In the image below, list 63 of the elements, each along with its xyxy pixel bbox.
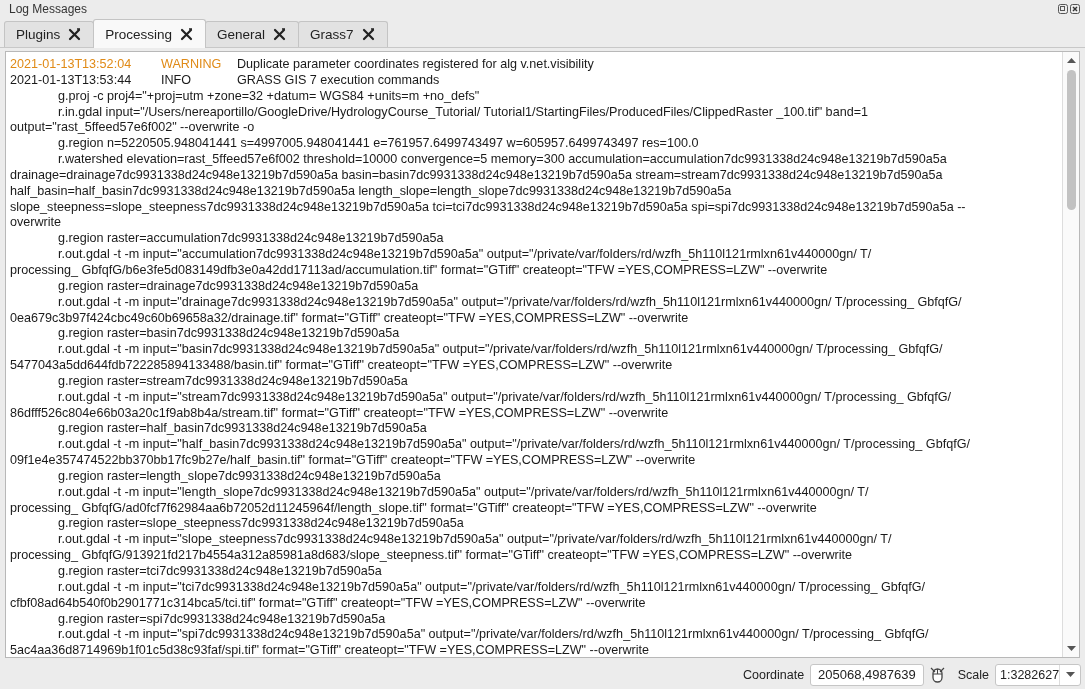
log-line: r.out.gdal -t -m input="slope_steepness7dc9931338d24c948e13219b7d590a5a" output="/private/var/folders/rd/wzfh_5h110l121rmlxn61v440000gn/ T/ <box>57 532 893 549</box>
log-line: 5ac4aa36d8714969b1f01c5d38c93faf/spi.tif" format="GTiff" createopt="TFW =YES,COMPRESS=LZW" --overwrite <box>10 643 651 657</box>
log-timestamp: 2021-01-13T13:52:04 <box>10 57 133 73</box>
log-line: r.out.gdal -t -m input="tci7dc9931338d24c948e13219b7d590a5a" output="/private/var/folders/rd/wzfh_5h110l121rmlxn61v440000gn/ T/processing_ GbfqfG/ <box>57 579 927 596</box>
scrollbar-thumb[interactable] <box>1066 70 1076 210</box>
log-line: r.out.gdal -t -m input="length_slope7dc9931338d24c948e13219b7d590a5a" output="/private/var/folders/rd/wzfh_5h110l121rmlxn61v440000gn/ T/ <box>57 484 870 501</box>
log-line: g.region raster=tci7dc9931338d24c948e13219b7d590a5a <box>57 564 383 580</box>
log-line: half_basin=half_basin7dc9931338d24c948e13219b7d590a5a length_slope=length_slope7dc9931338d24c948e13219b7d590a5a <box>10 183 733 200</box>
coordinate-label: Coordinate <box>742 667 805 682</box>
log-line: 09f1e4e357474522bb370bb17fc9b27e/half_basin.tif" format="GTiff" createopt="TFW =YES,COMPRESS=LZW" --overwrite <box>10 453 697 469</box>
log-line: g.proj -c proj4="+proj=utm +zone=32 +datum= WGS84 +units=m +no_defs" <box>57 88 481 105</box>
caret-icon <box>1065 671 1075 678</box>
log-line: slope_steepness=slope_steepness7dc9931338d24c948e13219b7d590a5a tci=tci7dc9931338d24c948e13219b7d590a5a spi=spi7dc9931338d24c948e13219b7d590a5a -- <box>10 199 967 216</box>
tab[interactable]: General <box>205 21 300 47</box>
log-level: WARNING <box>161 57 223 73</box>
log-line: g.region n=5220505.948041441 s=4997005.948041441 e=761957.6499743497 w=605957.6499743497 res=100.0 <box>57 136 700 153</box>
close-icon[interactable] <box>273 28 287 41</box>
log-line: processing_ GbfqfG/ad0fcf7f62984aa6b72052d11245964f/length_slope.tif" format="GTiff" createopt="TFW =YES,COMPRESS=LZW" --overwrite <box>10 500 818 517</box>
tab[interactable]: Plugins <box>4 21 95 47</box>
log-line: g.region raster=length_slope7dc9931338d24c948e13219b7d590a5a <box>57 468 442 485</box>
scale-label: Scale <box>957 667 989 682</box>
log-line: g.region raster=accumulation7dc9931338d24c948e13219b7d590a5a <box>57 231 445 248</box>
log-line: cfbf08ad64b540f0b2901771c314bca5/tci.tif" format="GTiff" createopt="TFW =YES,COMPRESS=LZW" --overwrite <box>10 595 647 612</box>
log-line: g.region raster=slope_steepness7dc9931338d24c948e13219b7d590a5a <box>57 516 465 533</box>
log-message: GRASS GIS 7 execution commands <box>237 72 440 89</box>
log-line: r.out.gdal -t -m input="drainage7dc9931338d24c948e13219b7d590a5a" output="/private/var/folders/rd/wzfh_5h110l121rmlxn61v440000gn/ T/processing_ GbfqfG/ <box>57 294 963 311</box>
scroll-down-icon[interactable] <box>1066 645 1076 652</box>
log-line: 5477043a5dd644fdb722285894133488/basin.tif" format="GTiff" createopt="TFW =YES,COMPRESS=LZW" --overwrite <box>10 358 674 374</box>
tab[interactable]: Grass7 <box>298 21 388 47</box>
log-line: g.region raster=drainage7dc9931338d24c948e13219b7d590a5a <box>57 278 420 295</box>
float-icon[interactable] <box>1058 4 1068 14</box>
log-line: 86dfff526c804e66b03a20c1f9ab8b4a/stream.tif" format="GTiff" createopt="TFW =YES,COMPRESS=LZW" --overwrite <box>10 405 670 422</box>
window-title: Log Messages <box>9 2 89 16</box>
log-line: processing_ GbfqfG/913921fd217b4554a312a85981a8d683/slope_steepness.tif" format="GTiff" createopt="TFW =YES,COMPRESS=LZW" --overwrite <box>10 548 854 564</box>
log-line: r.out.gdal -t -m input="accumulation7dc9931338d24c948e13219b7d590a5a" output="/private/var/folders/rd/wzfh_5h110l121rmlxn61v440000gn/ T/ <box>57 247 873 263</box>
log-line: 0ea679c3b97f424cbc49c60b69658a32/drainage.tif" format="GTiff" createopt="TFW =YES,COMPRESS=LZW" --overwrite <box>10 310 690 327</box>
log-line: r.in.gdal input="/Users/nereaportillo/GoogleDrive/HydrologyCourse_Tutorial/ Tutorial1/StartingFiles/ProducedFiles/ClippedRaster _100.tif" band=1 <box>57 104 869 121</box>
log-line: g.region raster=half_basin7dc9931338d24c948e13219b7d590a5a <box>57 421 428 438</box>
log-line: r.watershed elevation=rast_5ffeed57e6f002 threshold=10000 convergence=5 memory=300 accumulation=accumulation7dc9931338d24c948e13219b7d590a5a <box>57 152 948 168</box>
log-line: g.region raster=spi7dc9931338d24c948e13219b7d590a5a <box>57 611 387 628</box>
log-line: overwrite <box>10 215 63 232</box>
log-level: INFO <box>161 72 193 89</box>
mouse-icon[interactable] <box>929 665 946 684</box>
log-line: g.region raster=stream7dc9931338d24c948e13219b7d590a5a <box>57 373 409 390</box>
log-line: processing_ GbfqfG/b6e3fe5d083149dfb3e0a42dd17113ad/accumulation.tif" format="GTiff" createopt="TFW =YES,COMPRESS=LZW" --overwrite <box>10 262 829 279</box>
log-line: r.out.gdal -t -m input="basin7dc9931338d24c948e13219b7d590a5a" output="/private/var/folders/rd/wzfh_5h110l121rmlxn61v440000gn/ T/processing_ GbfqfG/ <box>57 342 944 359</box>
close-icon[interactable] <box>68 28 82 41</box>
scrollbar[interactable] <box>1062 52 1079 657</box>
scroll-up-icon[interactable] <box>1066 57 1076 64</box>
log-line: r.out.gdal -t -m input="half_basin7dc9931338d24c948e13219b7d590a5a" output="/private/var/folders/rd/wzfh_5h110l121rmlxn61v440000gn/ T/processing_ GbfqfG/ <box>57 437 971 454</box>
log-timestamp: 2021-01-13T13:53:44 <box>10 72 133 89</box>
log-message: Duplicate parameter coordinates registered for alg v.net.visibility <box>237 57 594 73</box>
log-line: r.out.gdal -t -m input="spi7dc9931338d24c948e13219b7d590a5a" output="/private/var/folders/rd/wzfh_5h110l121rmlxn61v440000gn/ T/processing_ GbfqfG/ <box>57 627 930 644</box>
log-line: r.out.gdal -t -m input="stream7dc9931338d24c948e13219b7d590a5a" output="/private/var/folders/rd/wzfh_5h110l121rmlxn61v440000gn/ T/processing_ GbfqfG/ <box>57 389 952 406</box>
coordinate-field[interactable]: 205068,4987639 <box>810 663 924 686</box>
close-icon[interactable] <box>180 27 194 41</box>
log-line: g.region raster=basin7dc9931338d24c948e13219b7d590a5a <box>57 326 401 343</box>
scale-combobox[interactable]: 1:3282627 <box>995 663 1081 686</box>
log-line: output="rast_5ffeed57e6f002" --overwrite -o <box>10 120 256 137</box>
close-icon[interactable] <box>361 28 375 41</box>
log-line: drainage=drainage7dc9931338d24c948e13219b7d590a5a basin=basin7dc9931338d24c948e13219b7d590a5a stream=stream7dc9931338d24c948e13219b7d590a5a <box>10 167 944 184</box>
tab[interactable]: Processing <box>93 19 207 48</box>
close-icon[interactable] <box>1070 4 1080 14</box>
